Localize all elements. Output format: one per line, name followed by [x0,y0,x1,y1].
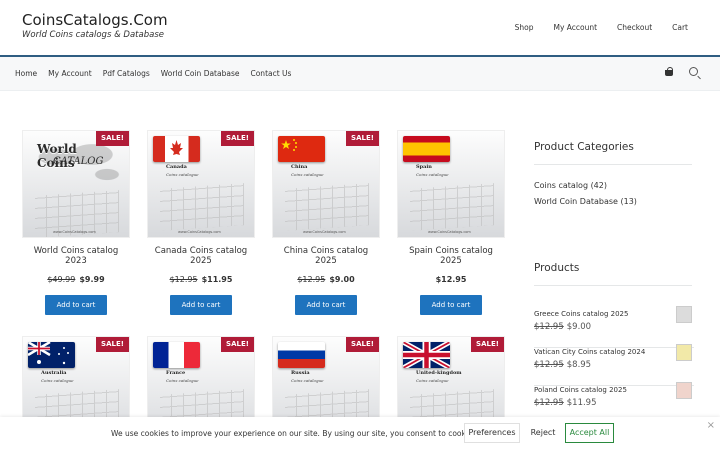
sale-badge: SALE! [221,131,254,146]
france-flag-icon [153,342,200,368]
close-icon[interactable]: × [707,420,715,431]
cookie-accept-button[interactable]: Accept All [565,423,614,443]
sale-badge: SALE! [96,337,129,352]
sidebar-product-name[interactable]: Greece Coins catalog 2025 [534,310,628,318]
top-link-cart[interactable]: Cart [672,23,688,32]
product-card: China Coins catalogue www.CoinsCatalogs.… [272,130,380,315]
add-to-cart-button[interactable]: Add to cart [420,295,482,315]
sidebar-product: Greece Coins catalog 2025 $12.95 $9.00 [534,306,694,348]
site-title[interactable]: CoinsCatalogs.Com [22,11,168,29]
product-price: $12.95 $11.95 [169,275,233,284]
sale-badge: SALE! [346,131,379,146]
sidebar-product-name[interactable]: Poland Coins catalog 2025 [534,386,627,394]
product-card: Spain Coins catalogue www.CoinsCatalogs.… [397,130,505,315]
product-image[interactable]: China Coins catalogue www.CoinsCatalogs.… [272,130,380,238]
sidebar-product-price: $12.95 $9.00 [534,322,592,332]
main-nav: Home My Account Pdf Catalogs World Coin … [0,57,720,91]
category-coins-catalog[interactable]: Coins catalog (42) [534,181,607,190]
sale-badge: SALE! [346,337,379,352]
canada-flag-icon [153,136,200,162]
product-title[interactable]: World Coins catalog 2023 [22,246,130,266]
china-flag-icon [278,136,325,162]
nav-world-coin-database[interactable]: World Coin Database [161,69,240,78]
nav-pdf-catalogs[interactable]: Pdf Catalogs [103,69,150,78]
product-card: World Coins CATALOG www.CoinsCatalogs.co… [22,130,130,315]
product-price: $49.99 $9.99 [47,275,105,284]
sale-badge: SALE! [221,337,254,352]
sale-badge: SALE! [471,337,504,352]
product-categories-heading: Product Categories [534,141,634,153]
australia-flag-icon [28,342,75,368]
search-icon[interactable] [689,67,698,76]
spain-flag-icon [403,136,450,162]
cart-bag-icon[interactable] [665,67,673,76]
divider [534,285,692,286]
sidebar-product-thumb[interactable] [676,344,692,361]
divider [534,164,692,165]
cookie-banner: We use cookies to improve your experienc… [0,417,720,450]
nav-home[interactable]: Home [15,69,37,78]
top-link-shop[interactable]: Shop [515,23,534,32]
site-tagline: World Coins catalogs & Database [22,30,164,40]
product-image[interactable]: Spain Coins catalogue www.CoinsCatalogs.… [397,130,505,238]
products-heading: Products [534,262,580,274]
product-card: Canada Coins catalogue www.CoinsCatalogs… [147,130,255,315]
add-to-cart-button[interactable]: Add to cart [45,295,107,315]
thumb-subtitle: CATALOG [53,156,104,167]
add-to-cart-button[interactable]: Add to cart [170,295,232,315]
cookie-preferences-button[interactable]: Preferences [464,423,520,443]
sidebar-product-thumb[interactable] [676,306,692,323]
thumb-site: www.CoinsCatalogs.com [53,230,96,234]
add-to-cart-button[interactable]: Add to cart [295,295,357,315]
product-price: $12.95 $9.00 [297,275,355,284]
site-header: CoinsCatalogs.Com World Coins catalogs &… [0,0,720,56]
russia-flag-icon [278,342,325,368]
product-title[interactable]: Canada Coins catalog 2025 [147,246,255,266]
sale-badge: SALE! [96,131,129,146]
top-link-my-account[interactable]: My Account [553,23,597,32]
top-link-checkout[interactable]: Checkout [617,23,652,32]
product-title[interactable]: Spain Coins catalog 2025 [397,246,505,266]
product-image[interactable]: World Coins CATALOG www.CoinsCatalogs.co… [22,130,130,238]
nav-my-account[interactable]: My Account [48,69,92,78]
top-menu: Shop My Account Checkout Cart [515,23,688,32]
nav-contact-us[interactable]: Contact Us [250,69,291,78]
category-world-coin-database[interactable]: World Coin Database (13) [534,197,637,206]
product-title[interactable]: China Coins catalog 2025 [272,246,380,266]
cookie-reject-button[interactable]: Reject [526,423,560,443]
sidebar-product-price: $12.95 $11.95 [534,398,597,408]
product-image[interactable]: Canada Coins catalogue www.CoinsCatalogs… [147,130,255,238]
product-price: $12.95 [435,275,467,284]
uk-flag-icon [403,342,450,368]
sidebar-product-name[interactable]: Vatican City Coins catalog 2024 [534,348,645,356]
cookie-message: We use cookies to improve your experienc… [111,429,479,438]
sidebar-product-thumb[interactable] [676,382,692,399]
sidebar-product-price: $12.95 $8.95 [534,360,592,370]
sidebar-product: Vatican City Coins catalog 2024 $12.95 $8… [534,344,694,386]
